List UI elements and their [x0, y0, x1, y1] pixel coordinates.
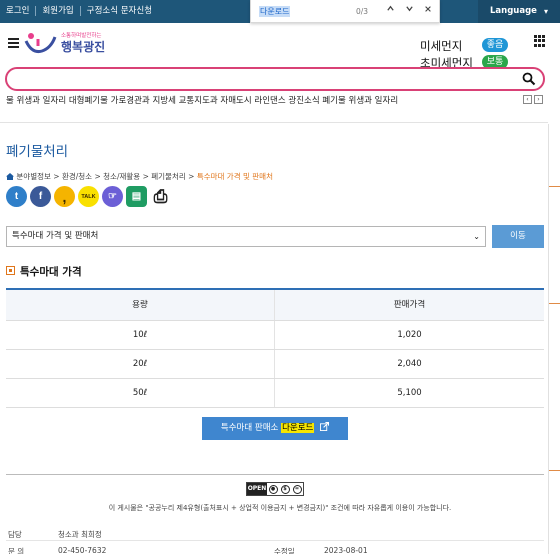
modified-key: 수정일: [274, 547, 295, 554]
home-icon[interactable]: [6, 173, 14, 180]
table-row: 20ℓ 2,040: [6, 350, 544, 379]
find-match-count: 0/3: [356, 7, 369, 16]
search-icon[interactable]: [522, 72, 536, 86]
page-scroll-rail: [548, 124, 560, 554]
fine-dust-status-badge: 좋음: [482, 38, 508, 52]
info-divider: [6, 540, 544, 541]
page-title: 폐기물처리: [6, 144, 69, 160]
find-in-page-bar: 다운로드 0/3: [250, 0, 440, 23]
noncommercial-icon: $: [280, 484, 290, 494]
find-next-button[interactable]: [402, 4, 416, 18]
section-title: 특수마대 가격: [20, 266, 82, 278]
price-cell: 1,020: [397, 330, 422, 340]
capacity-cell: 20ℓ: [6, 350, 275, 378]
license-text: 이 게시물은 "공공누리 제4유형(출처표시 + 상업적 이용금지 + 변경금지…: [108, 504, 452, 512]
find-input[interactable]: 다운로드: [259, 6, 291, 17]
price-table: 용량 판매가격 10ℓ 1,020 20ℓ 2,040 50ℓ 5,100: [6, 288, 544, 408]
subpage-select[interactable]: 특수마대 가격 및 판매처 ⌄: [6, 226, 486, 247]
language-label: Language: [490, 6, 537, 16]
license-icons: ● $ =: [267, 483, 303, 495]
capacity-cell: 10ℓ: [6, 321, 275, 349]
chevron-up-icon: [386, 5, 394, 11]
content-divider: [6, 474, 544, 475]
site-header: 소통하며발전하는 행복광진 미세먼지 좋음 초미세먼지 보통: [0, 23, 560, 70]
utility-links: 로그인 회원가입 구정소식 문자신청: [6, 6, 158, 16]
kogl-license-badge[interactable]: OPEN ● $ =: [246, 482, 304, 496]
site-search-input[interactable]: [5, 67, 545, 91]
section-bullet-icon: [6, 266, 15, 275]
logo-name[interactable]: 행복광진: [61, 38, 105, 55]
table-row: 10ℓ 1,020: [6, 321, 544, 350]
print-preview-icon[interactable]: ▤: [126, 186, 147, 207]
noderivatives-icon: =: [292, 484, 302, 494]
modified-value: 2023-08-01: [324, 546, 368, 554]
attribution-icon: ●: [268, 484, 278, 494]
keywords-prev-button[interactable]: ‹: [523, 95, 532, 104]
download-label: 특수마대 판매소: [220, 423, 279, 433]
table-header-row: 용량 판매가격: [6, 290, 544, 321]
dept-key: 담당: [8, 530, 22, 539]
table-row: 50ℓ 5,100: [6, 379, 544, 408]
chevron-down-icon: ▾: [543, 7, 548, 16]
print-icon[interactable]: ⎙: [150, 186, 171, 207]
breadcrumb-item[interactable]: 폐기물처리: [151, 172, 186, 181]
download-highlight: 다운로드: [281, 423, 315, 433]
open-label: OPEN: [247, 483, 267, 495]
go-button[interactable]: 이동: [492, 225, 544, 248]
kakaostory-icon[interactable]: ,: [54, 186, 75, 207]
fine-dust-label: 미세먼지: [420, 39, 463, 53]
phone-key: 문 의: [8, 547, 25, 554]
chevron-down-icon: [405, 6, 413, 12]
find-previous-button[interactable]: [383, 4, 397, 18]
logo-icon[interactable]: [24, 31, 58, 55]
capacity-cell: 50ℓ: [6, 379, 275, 407]
header-divider: [0, 122, 548, 123]
login-link[interactable]: 로그인: [6, 6, 35, 16]
share-toolbar: t f , TALK ☞ ▤ ⎙: [6, 186, 171, 207]
popular-keywords[interactable]: 물 위생과 일자리 대형폐기물 가로경관과 지방세 교통지도과 자매도시 라인댄…: [6, 94, 398, 106]
breadcrumb-item[interactable]: 청소/재활용: [103, 172, 140, 181]
subpage-select-value: 특수마대 가격 및 판매처: [12, 231, 99, 241]
menu-icon[interactable]: [8, 38, 19, 48]
download-sales-locations-button[interactable]: 특수마대 판매소 다운로드: [202, 417, 348, 440]
chevron-down-icon: ⌄: [473, 232, 480, 241]
band-icon[interactable]: ☞: [102, 186, 123, 207]
keywords-next-button[interactable]: ›: [534, 95, 543, 104]
dept-value: 청소과 최희정: [58, 530, 102, 539]
twitter-icon[interactable]: t: [6, 186, 27, 207]
sms-news-link[interactable]: 구정소식 문자신청: [79, 6, 158, 16]
close-icon: [425, 6, 431, 12]
sitemap-grid-icon[interactable]: [534, 35, 546, 47]
find-close-button[interactable]: [421, 4, 435, 18]
price-cell: 5,100: [397, 388, 422, 398]
breadcrumb: 분야별정보 > 환경/청소 > 청소/재활용 > 폐기물처리 > 특수마대 가격…: [6, 171, 273, 182]
column-header-price: 판매가격: [393, 300, 426, 310]
kakaotalk-icon[interactable]: TALK: [78, 186, 99, 207]
column-header-capacity: 용량: [6, 290, 275, 320]
signup-link[interactable]: 회원가입: [35, 6, 79, 16]
breadcrumb-current: 특수마대 가격 및 판매처: [196, 172, 273, 181]
phone-value: 02-450-7632: [58, 546, 107, 554]
facebook-icon[interactable]: f: [30, 186, 51, 207]
breadcrumb-item[interactable]: 분야별정보: [16, 172, 51, 181]
breadcrumb-item[interactable]: 환경/청소: [62, 172, 92, 181]
price-cell: 2,040: [397, 359, 422, 369]
external-link-icon: [320, 422, 330, 431]
language-button[interactable]: Language ▾: [478, 0, 560, 23]
